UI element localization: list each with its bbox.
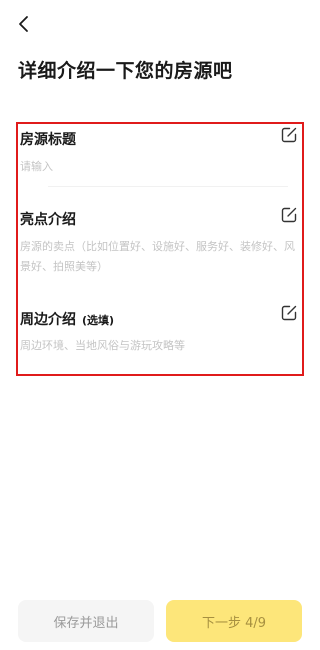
listing-title-label-text: 房源标题: [20, 132, 76, 148]
chevron-left-icon: [19, 16, 28, 32]
divider: [48, 186, 288, 187]
highlights-label: 亮点介绍: [20, 209, 76, 229]
surroundings-edit-button[interactable]: [280, 304, 298, 322]
listing-title-label: 房源标题: [20, 129, 76, 149]
optional-tag: (选填): [82, 314, 115, 327]
highlights-label-text: 亮点介绍: [20, 212, 76, 228]
save-and-exit-button[interactable]: 保存并退出: [18, 600, 154, 642]
back-button[interactable]: [12, 12, 36, 36]
listing-detail-form: 房源标题 亮点介绍 房源的卖点（比如位置好、设施好、服务好、装修好、风景好、拍照…: [16, 122, 304, 376]
listing-title-input[interactable]: [20, 160, 292, 173]
highlights-edit-button[interactable]: [280, 206, 298, 224]
surroundings-label: 周边介绍 (选填): [20, 309, 114, 329]
edit-icon: [281, 127, 297, 143]
surroundings-label-text: 周边介绍: [20, 312, 76, 328]
highlights-input[interactable]: 房源的卖点（比如位置好、设施好、服务好、装修好、风景好、拍照美等）: [20, 237, 296, 277]
listing-title-edit-button[interactable]: [280, 126, 298, 144]
page-title: 详细介绍一下您的房源吧: [18, 60, 233, 82]
surroundings-input[interactable]: 周边环境、当地风俗与游玩攻略等: [20, 336, 296, 356]
bottom-action-bar: 保存并退出 下一步 4/9: [0, 590, 320, 650]
edit-icon: [281, 207, 297, 223]
edit-icon: [281, 305, 297, 321]
next-step-button[interactable]: 下一步 4/9: [166, 600, 302, 642]
